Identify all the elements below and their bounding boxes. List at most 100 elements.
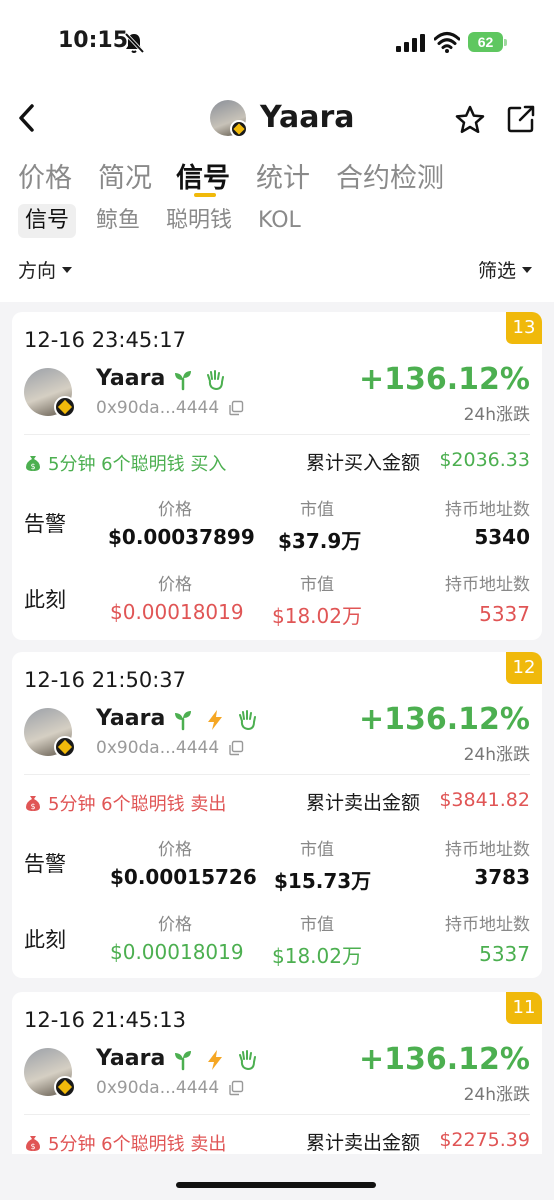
subtab-signals[interactable]: 信号 xyxy=(18,204,77,238)
wave-hand-icon xyxy=(239,1050,256,1070)
chain-badge-icon xyxy=(230,120,248,138)
tab-price[interactable]: 价格 xyxy=(18,156,72,195)
col-holders-header: 持币地址数 xyxy=(445,915,530,935)
lightning-icon xyxy=(208,710,222,730)
col-price-header: 价格 xyxy=(158,500,192,520)
alert-holders: 3783 xyxy=(474,865,530,889)
tab-overview[interactable]: 简况 xyxy=(98,156,152,195)
subtab-smart-money[interactable]: 聪明钱 xyxy=(166,204,232,238)
back-arrow-icon[interactable] xyxy=(14,102,40,134)
col-price-header: 价格 xyxy=(158,575,192,595)
signal-card[interactable]: 11 12-16 21:45:13 Yaara 0x90da...4444 +1… xyxy=(12,992,542,1154)
page-title: Yaara xyxy=(260,100,355,135)
copy-icon[interactable] xyxy=(228,740,244,756)
alert-holders: 5340 xyxy=(474,525,530,549)
accumulated-value: $2275.39 xyxy=(439,1129,530,1151)
header-area: 10:15 62 Yaara 价格 简况 信号 统计 合约检测 信号 鲸鱼 聪明… xyxy=(0,0,554,302)
money-bag-icon: $ xyxy=(26,456,40,471)
token-address: 0x90da...4444 xyxy=(96,738,220,758)
svg-text:$: $ xyxy=(30,462,35,471)
money-bag-icon: $ xyxy=(26,1136,40,1151)
col-holders-header: 持币地址数 xyxy=(445,500,530,520)
token-name: Yaara xyxy=(96,366,166,391)
divider xyxy=(24,434,530,435)
home-indicator[interactable] xyxy=(176,1182,376,1188)
alert-price: $0.00037899 xyxy=(108,525,255,549)
divider xyxy=(24,1114,530,1115)
price-change-label: 24h涨跌 xyxy=(463,745,530,765)
col-mcap-header: 市值 xyxy=(300,575,334,595)
svg-text:$: $ xyxy=(30,1142,35,1151)
price-change: +136.12% xyxy=(359,362,530,397)
bell-muted-icon xyxy=(124,32,144,54)
status-time: 10:15 xyxy=(58,28,129,53)
wifi-icon xyxy=(434,32,460,53)
direction-filter[interactable]: 方向 xyxy=(18,256,73,283)
star-icon[interactable] xyxy=(454,104,486,136)
battery-level: 62 xyxy=(468,32,503,52)
token-name: Yaara xyxy=(96,1046,166,1071)
col-price-header: 价格 xyxy=(158,915,192,935)
tag-icons xyxy=(172,708,258,732)
wave-hand-icon xyxy=(207,370,224,390)
price-change: +136.12% xyxy=(359,1042,530,1077)
signal-card[interactable]: 13 12-16 23:45:17 Yaara 0x90da...4444 +1… xyxy=(12,312,542,640)
chain-badge-icon xyxy=(54,396,76,418)
chain-badge-icon xyxy=(54,1076,76,1098)
now-row-title: 此刻 xyxy=(24,588,66,612)
chain-badge-icon xyxy=(54,736,76,758)
signal-card[interactable]: 12 12-16 21:50:37 Yaara 0x90da...4444 +1… xyxy=(12,652,542,978)
sprout-icon xyxy=(175,711,191,731)
sprout-icon xyxy=(175,1051,191,1071)
subtab-kol[interactable]: KOL xyxy=(258,204,301,238)
alert-mcap: $37.9万 xyxy=(278,529,362,553)
now-price: $0.00018019 xyxy=(110,600,244,624)
now-mcap: $18.02万 xyxy=(272,944,362,968)
price-change-label: 24h涨跌 xyxy=(463,1085,530,1105)
tab-signals[interactable]: 信号 xyxy=(176,156,230,195)
accumulated-value: $3841.82 xyxy=(439,789,530,811)
signal-text: 5分钟 6个聪明钱 卖出 xyxy=(48,794,227,815)
wave-hand-icon xyxy=(239,710,256,730)
card-index-badge: 11 xyxy=(506,992,542,1024)
share-icon[interactable] xyxy=(506,104,536,134)
col-mcap-header: 市值 xyxy=(300,500,334,520)
tab-contract-check[interactable]: 合约检测 xyxy=(336,156,444,195)
copy-icon[interactable] xyxy=(228,400,244,416)
now-price: $0.00018019 xyxy=(110,940,244,964)
price-change: +136.12% xyxy=(359,702,530,737)
col-mcap-header: 市值 xyxy=(300,915,334,935)
col-holders-header: 持币地址数 xyxy=(445,840,530,860)
now-row-title: 此刻 xyxy=(24,928,66,952)
accumulated-label: 累计买入金额 xyxy=(305,452,420,474)
alert-price: $0.00015726 xyxy=(110,865,257,889)
now-mcap: $18.02万 xyxy=(272,604,362,628)
caret-down-icon xyxy=(522,266,533,273)
signal-time: 12-16 21:50:37 xyxy=(24,668,187,692)
col-price-header: 价格 xyxy=(158,840,192,860)
token-address: 0x90da...4444 xyxy=(96,1078,220,1098)
alert-row-title: 告警 xyxy=(24,512,66,536)
svg-text:$: $ xyxy=(30,802,35,811)
alert-mcap: $15.73万 xyxy=(274,869,372,893)
screen-filter-label: 筛选 xyxy=(478,260,517,282)
screen-filter[interactable]: 筛选 xyxy=(478,256,533,283)
token-name: Yaara xyxy=(96,706,166,731)
alert-row-title: 告警 xyxy=(24,852,66,876)
signal-row: $ 5分钟 6个聪明钱 卖出 累计卖出金额 $2275.39 xyxy=(24,1128,530,1154)
token-address: 0x90da...4444 xyxy=(96,398,220,418)
battery-tip xyxy=(504,39,507,46)
battery-icon: 62 xyxy=(468,30,508,54)
accumulated-label: 累计卖出金额 xyxy=(305,1132,420,1154)
now-holders: 5337 xyxy=(479,942,530,966)
signal-time: 12-16 21:45:13 xyxy=(24,1008,187,1032)
col-holders-header: 持币地址数 xyxy=(445,575,530,595)
signal-time: 12-16 23:45:17 xyxy=(24,328,187,352)
signal-row: $ 5分钟 6个聪明钱 卖出 累计卖出金额 $3841.82 xyxy=(24,788,530,818)
signal-text: 5分钟 6个聪明钱 卖出 xyxy=(48,1134,227,1154)
subtab-whales[interactable]: 鲸鱼 xyxy=(96,204,140,238)
tab-stats[interactable]: 统计 xyxy=(256,156,310,195)
active-tab-underline xyxy=(194,193,216,197)
lightning-icon xyxy=(208,1050,222,1070)
copy-icon[interactable] xyxy=(228,1080,244,1096)
